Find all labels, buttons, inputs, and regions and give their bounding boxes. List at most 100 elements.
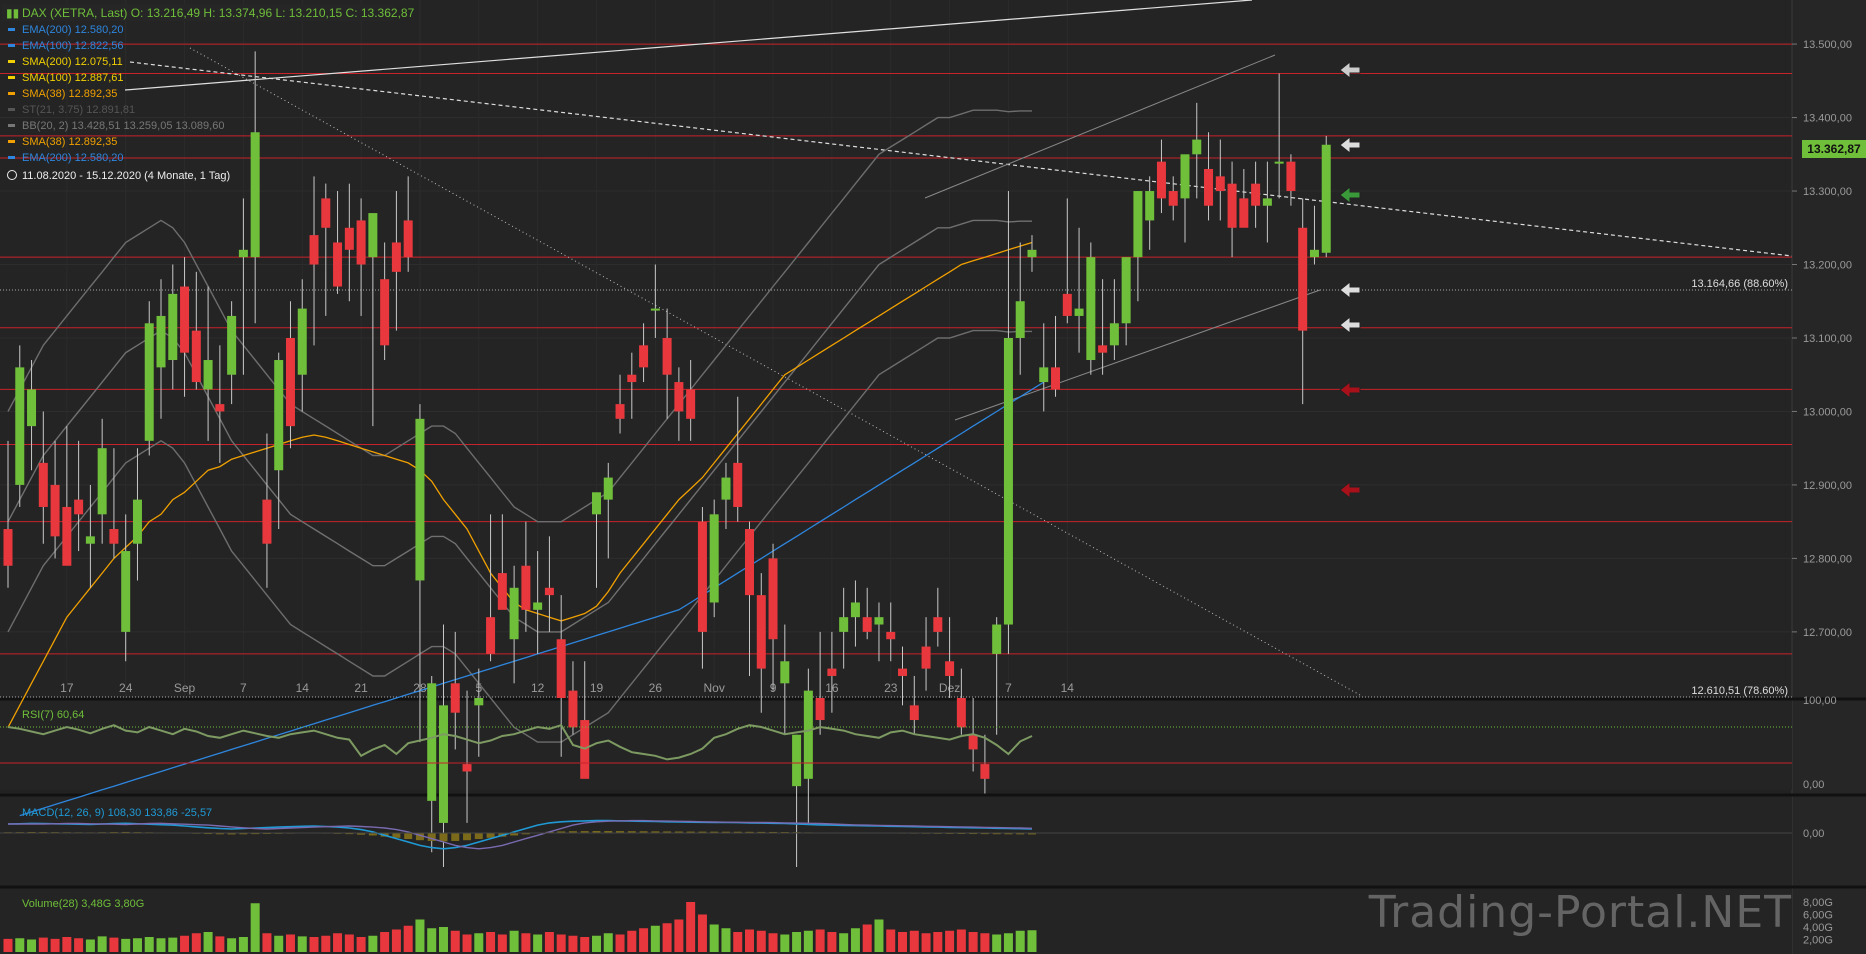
volume-bar (768, 933, 778, 952)
legend-swatch (8, 44, 15, 47)
volume-bar (144, 937, 154, 952)
y-tick-label: 12.900,00 (1803, 480, 1852, 492)
candle-body (474, 698, 484, 706)
volume-bar (121, 938, 131, 952)
candle-body (321, 198, 331, 228)
macd-histogram-bar (439, 833, 448, 842)
fib-label-upper: 13.164,66 (88.60%) (1691, 278, 1788, 290)
volume-axis-label: 2,00G (1803, 935, 1833, 947)
candle-body (3, 529, 13, 566)
candle-body (745, 529, 755, 596)
y-tick-label: 13.500,00 (1803, 39, 1852, 51)
legend-swatch (8, 60, 15, 63)
candle-body (909, 705, 919, 721)
x-tick-label: 7 (1005, 681, 1012, 695)
candle-body (1227, 183, 1237, 228)
volume-bar (50, 938, 60, 952)
sub-pane-1 (0, 796, 1792, 886)
candle-body (132, 499, 142, 544)
candle-body (697, 521, 707, 632)
legend-entry: SMA(200) 12.075,11 (22, 56, 123, 68)
volume-bar (403, 925, 413, 952)
rsi-axis-100: 100,00 (1803, 695, 1837, 707)
candle-body (97, 448, 107, 515)
volume-bar (603, 933, 613, 952)
macd-histogram-bar (463, 833, 472, 841)
volume-bar (15, 938, 25, 952)
candle-body (1027, 249, 1037, 258)
volume-bar (862, 924, 872, 952)
candle-body (544, 587, 554, 596)
legend-entry: EMA(100) 12.822,56 (22, 40, 124, 52)
legend-entry: EMA(200) 12.580,20 (22, 152, 124, 164)
volume-bar (721, 928, 731, 952)
candle-body (1015, 301, 1025, 338)
x-tick-label: Nov (704, 681, 725, 695)
sub-pane-0 (0, 700, 1792, 790)
volume-bar (474, 933, 484, 952)
candle-body (1145, 191, 1155, 221)
volume-bar (745, 929, 755, 952)
candle-body (27, 389, 37, 427)
candle-body (215, 404, 225, 412)
volume-bar (509, 930, 519, 952)
candle-body (74, 499, 84, 515)
candle-body (674, 382, 684, 412)
volume-bar (650, 925, 660, 952)
candle-body (1098, 345, 1108, 353)
candle-body (333, 242, 343, 287)
candle-body (886, 631, 896, 640)
candle-body (368, 213, 378, 258)
candle-body (992, 624, 1002, 654)
candle-body (591, 492, 601, 515)
candle-body (486, 617, 496, 654)
volume-bar (674, 919, 684, 952)
candle-body (1262, 198, 1272, 206)
volume-bar (697, 914, 707, 952)
volume-bar (792, 932, 802, 952)
volume-bar (556, 934, 566, 952)
candle-body (497, 573, 507, 610)
candle-body (733, 462, 743, 507)
candle-body (780, 661, 790, 684)
volume-bar (933, 932, 943, 952)
volume-bar (333, 933, 343, 952)
candle-body (1309, 249, 1319, 258)
candle-body (1180, 154, 1190, 199)
candle-body (721, 477, 731, 500)
volume-bar (3, 938, 13, 952)
volume-bar (238, 937, 248, 952)
volume-bar (262, 933, 272, 952)
volume-bar (615, 934, 625, 952)
candle-body (956, 698, 966, 728)
candle-body (427, 683, 437, 801)
candle-body (827, 668, 837, 676)
volume-bar (297, 936, 307, 952)
volume-bar (839, 933, 849, 952)
candle-body (144, 323, 154, 441)
candle-body (839, 617, 849, 632)
stock-chart[interactable]: 13.500,00 13.400,00 13.300,00 13.200,00 13.1… (0, 0, 1866, 954)
volume-bar (132, 938, 142, 952)
volume-bar (803, 930, 813, 952)
chart-symbol: DAX (XETRA, Last) O: 13.216,49 H: 13.374… (22, 6, 415, 20)
legend-swatch (8, 108, 15, 111)
x-tick-label: 14 (296, 681, 310, 695)
macd-label: MACD(12, 26, 9) 108,30 133,86 -25,57 (22, 807, 212, 819)
x-tick-label: 24 (119, 681, 133, 695)
main-pane (0, 0, 1792, 698)
volume-bar (168, 937, 178, 952)
macd-histogram-bar (474, 833, 483, 840)
y-tick-label: 13.300,00 (1803, 186, 1852, 198)
volume-axis-label: 8,00G (1803, 897, 1833, 909)
candle-body (1215, 176, 1225, 192)
volume-bar (203, 932, 213, 952)
candle-body (297, 308, 307, 375)
volume-axis-label: 4,00G (1803, 922, 1833, 934)
volume-bar (321, 935, 331, 952)
legend-entry: SMA(100) 12.887,61 (22, 72, 124, 84)
candle-body (1298, 227, 1308, 331)
candle-body (556, 639, 566, 698)
candle-body (1239, 198, 1249, 228)
candle-body (968, 734, 978, 750)
